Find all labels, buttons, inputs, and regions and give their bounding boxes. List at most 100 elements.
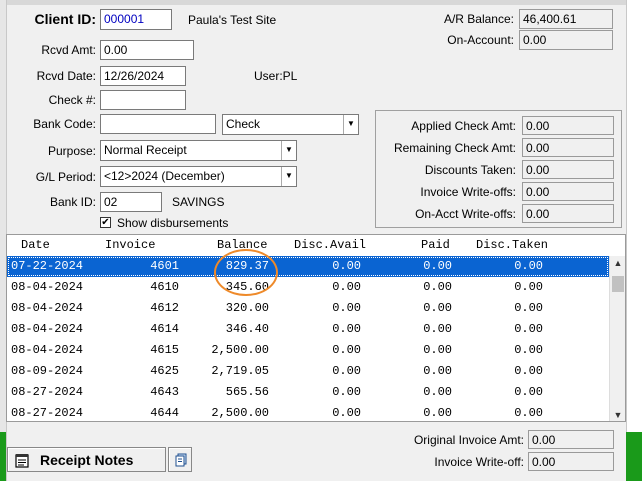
- cell-date: 08-04-2024: [11, 280, 84, 294]
- rcvd-date-field[interactable]: 12/26/2024: [100, 66, 186, 86]
- cell-invoice: 4610: [150, 280, 179, 294]
- cell-invoice: 4615: [150, 343, 179, 357]
- table-row[interactable]: 08-04-2024 4610 345.60 0.00 0.00 0.00: [7, 277, 609, 298]
- cell-balance: 320.00: [225, 301, 269, 315]
- cell-invoice: 4612: [150, 301, 179, 315]
- invoice-writeoffs-value: 0.00: [522, 182, 614, 201]
- client-id-label: Client ID:: [34, 11, 96, 27]
- cell-paid: 0.00: [423, 364, 452, 378]
- cell-paid: 0.00: [423, 259, 452, 273]
- cell-disc-taken: 0.00: [514, 259, 543, 273]
- cell-balance: 2,719.05: [211, 364, 269, 378]
- cell-invoice: 4601: [150, 259, 179, 273]
- grid-header-balance[interactable]: Balance: [217, 238, 267, 252]
- grid-header-disc-avail[interactable]: Disc.Avail: [294, 238, 366, 252]
- grid-header-paid[interactable]: Paid: [421, 238, 450, 252]
- cell-disc-avail: 0.00: [332, 259, 361, 273]
- cell-disc-avail: 0.00: [332, 322, 361, 336]
- grid-header-invoice[interactable]: Invoice: [105, 238, 155, 252]
- purpose-value: Normal Receipt: [104, 143, 187, 157]
- cell-disc-taken: 0.00: [514, 364, 543, 378]
- cell-balance: 346.40: [225, 322, 269, 336]
- chevron-down-icon[interactable]: ▼: [343, 115, 358, 134]
- cell-date: 08-27-2024: [11, 406, 84, 420]
- cell-disc-avail: 0.00: [332, 364, 361, 378]
- cell-date: 08-27-2024: [11, 385, 84, 399]
- notepad-icon: [15, 454, 29, 468]
- bank-id-field[interactable]: 02: [100, 192, 162, 212]
- grid-vertical-scrollbar[interactable]: ▲ ▼: [609, 256, 625, 421]
- cell-disc-avail: 0.00: [332, 385, 361, 399]
- table-row[interactable]: 08-27-2024 4644 2,500.00 0.00 0.00 0.00: [7, 403, 609, 421]
- onacct-writeoffs-label: On-Acct Write-offs:: [415, 207, 516, 221]
- original-invoice-amt-value: 0.00: [528, 430, 614, 449]
- applied-check-label: Applied Check Amt:: [411, 119, 516, 133]
- cell-disc-taken: 0.00: [514, 343, 543, 357]
- background-green-band-left: [0, 432, 6, 481]
- check-number-label: Check #:: [48, 93, 96, 107]
- table-row[interactable]: 08-27-2024 4643 565.56 0.00 0.00 0.00: [7, 382, 609, 403]
- cell-paid: 0.00: [423, 322, 452, 336]
- table-row[interactable]: 08-04-2024 4614 346.40 0.00 0.00 0.00: [7, 319, 609, 340]
- payment-type-select[interactable]: Check ▼: [222, 114, 359, 135]
- discounts-taken-label: Discounts Taken:: [424, 163, 516, 177]
- table-row[interactable]: 08-09-2024 4625 2,719.05 0.00 0.00 0.00: [7, 361, 609, 382]
- invoice-grid[interactable]: Date Invoice Balance Disc.Avail Paid Dis…: [6, 234, 626, 422]
- window-top-edge: [0, 0, 642, 5]
- cell-disc-avail: 0.00: [332, 343, 361, 357]
- cell-invoice: 4644: [150, 406, 179, 420]
- bank-code-field[interactable]: [100, 114, 216, 134]
- payment-type-value: Check: [226, 117, 261, 131]
- bank-code-label: Bank Code:: [33, 117, 96, 131]
- rcvd-amt-label: Rcvd Amt:: [41, 43, 96, 57]
- cell-date: 08-04-2024: [11, 343, 84, 357]
- cell-balance: 829.37: [225, 259, 269, 273]
- purpose-select[interactable]: Normal Receipt ▼: [100, 140, 297, 161]
- on-account-label: On-Account:: [447, 33, 514, 47]
- cell-disc-avail: 0.00: [332, 406, 361, 420]
- chevron-down-icon[interactable]: ▼: [281, 167, 296, 186]
- bank-id-label: Bank ID:: [49, 195, 96, 209]
- cell-paid: 0.00: [423, 280, 452, 294]
- remaining-check-label: Remaining Check Amt:: [393, 141, 516, 155]
- grid-header-disc-taken[interactable]: Disc.Taken: [476, 238, 548, 252]
- table-row[interactable]: 07-22-2024 4601 829.37 0.00 0.00 0.00: [7, 256, 609, 277]
- cell-paid: 0.00: [423, 406, 452, 420]
- cell-invoice: 4614: [150, 322, 179, 336]
- cell-balance: 345.60: [225, 280, 269, 294]
- cell-disc-taken: 0.00: [514, 301, 543, 315]
- original-invoice-amt-label: Original Invoice Amt:: [413, 433, 524, 447]
- cell-balance: 565.56: [225, 385, 269, 399]
- cell-disc-taken: 0.00: [514, 406, 543, 420]
- invoice-writeoff-value: 0.00: [528, 452, 614, 471]
- cell-disc-avail: 0.00: [332, 301, 361, 315]
- show-disbursements-label: Show disbursements: [117, 216, 229, 230]
- receipt-notes-label: Receipt Notes: [40, 452, 134, 468]
- scrollbar-thumb[interactable]: [612, 276, 624, 292]
- client-id-field[interactable]: 000001: [100, 9, 172, 30]
- gl-period-select[interactable]: <12>2024 (December) ▼: [100, 166, 297, 187]
- rcvd-date-label: Rcvd Date:: [36, 69, 96, 83]
- cell-paid: 0.00: [423, 385, 452, 399]
- bank-name: SAVINGS: [172, 195, 225, 209]
- scroll-up-icon[interactable]: ▲: [610, 256, 625, 270]
- background-green-band-right: [626, 432, 642, 481]
- receipt-notes-button[interactable]: Receipt Notes: [7, 447, 166, 472]
- copy-button[interactable]: [168, 447, 192, 472]
- rcvd-amt-field[interactable]: 0.00: [100, 40, 194, 60]
- show-disbursements-checkbox[interactable]: ✔: [100, 217, 111, 228]
- chevron-down-icon[interactable]: ▼: [281, 141, 296, 160]
- gl-period-value: <12>2024 (December): [104, 169, 225, 183]
- check-number-field[interactable]: [100, 90, 186, 110]
- user-text: User:PL: [254, 69, 298, 83]
- gl-period-label: G/L Period:: [35, 170, 96, 184]
- table-row[interactable]: 08-04-2024 4615 2,500.00 0.00 0.00 0.00: [7, 340, 609, 361]
- table-row[interactable]: 08-04-2024 4612 320.00 0.00 0.00 0.00: [7, 298, 609, 319]
- grid-header-date[interactable]: Date: [21, 238, 50, 252]
- window-right-edge: [626, 0, 642, 481]
- client-site-name: Paula's Test Site: [188, 13, 277, 27]
- scroll-down-icon[interactable]: ▼: [610, 408, 625, 421]
- cell-disc-taken: 0.00: [514, 280, 543, 294]
- cell-paid: 0.00: [423, 301, 452, 315]
- cell-date: 07-22-2024: [11, 259, 84, 273]
